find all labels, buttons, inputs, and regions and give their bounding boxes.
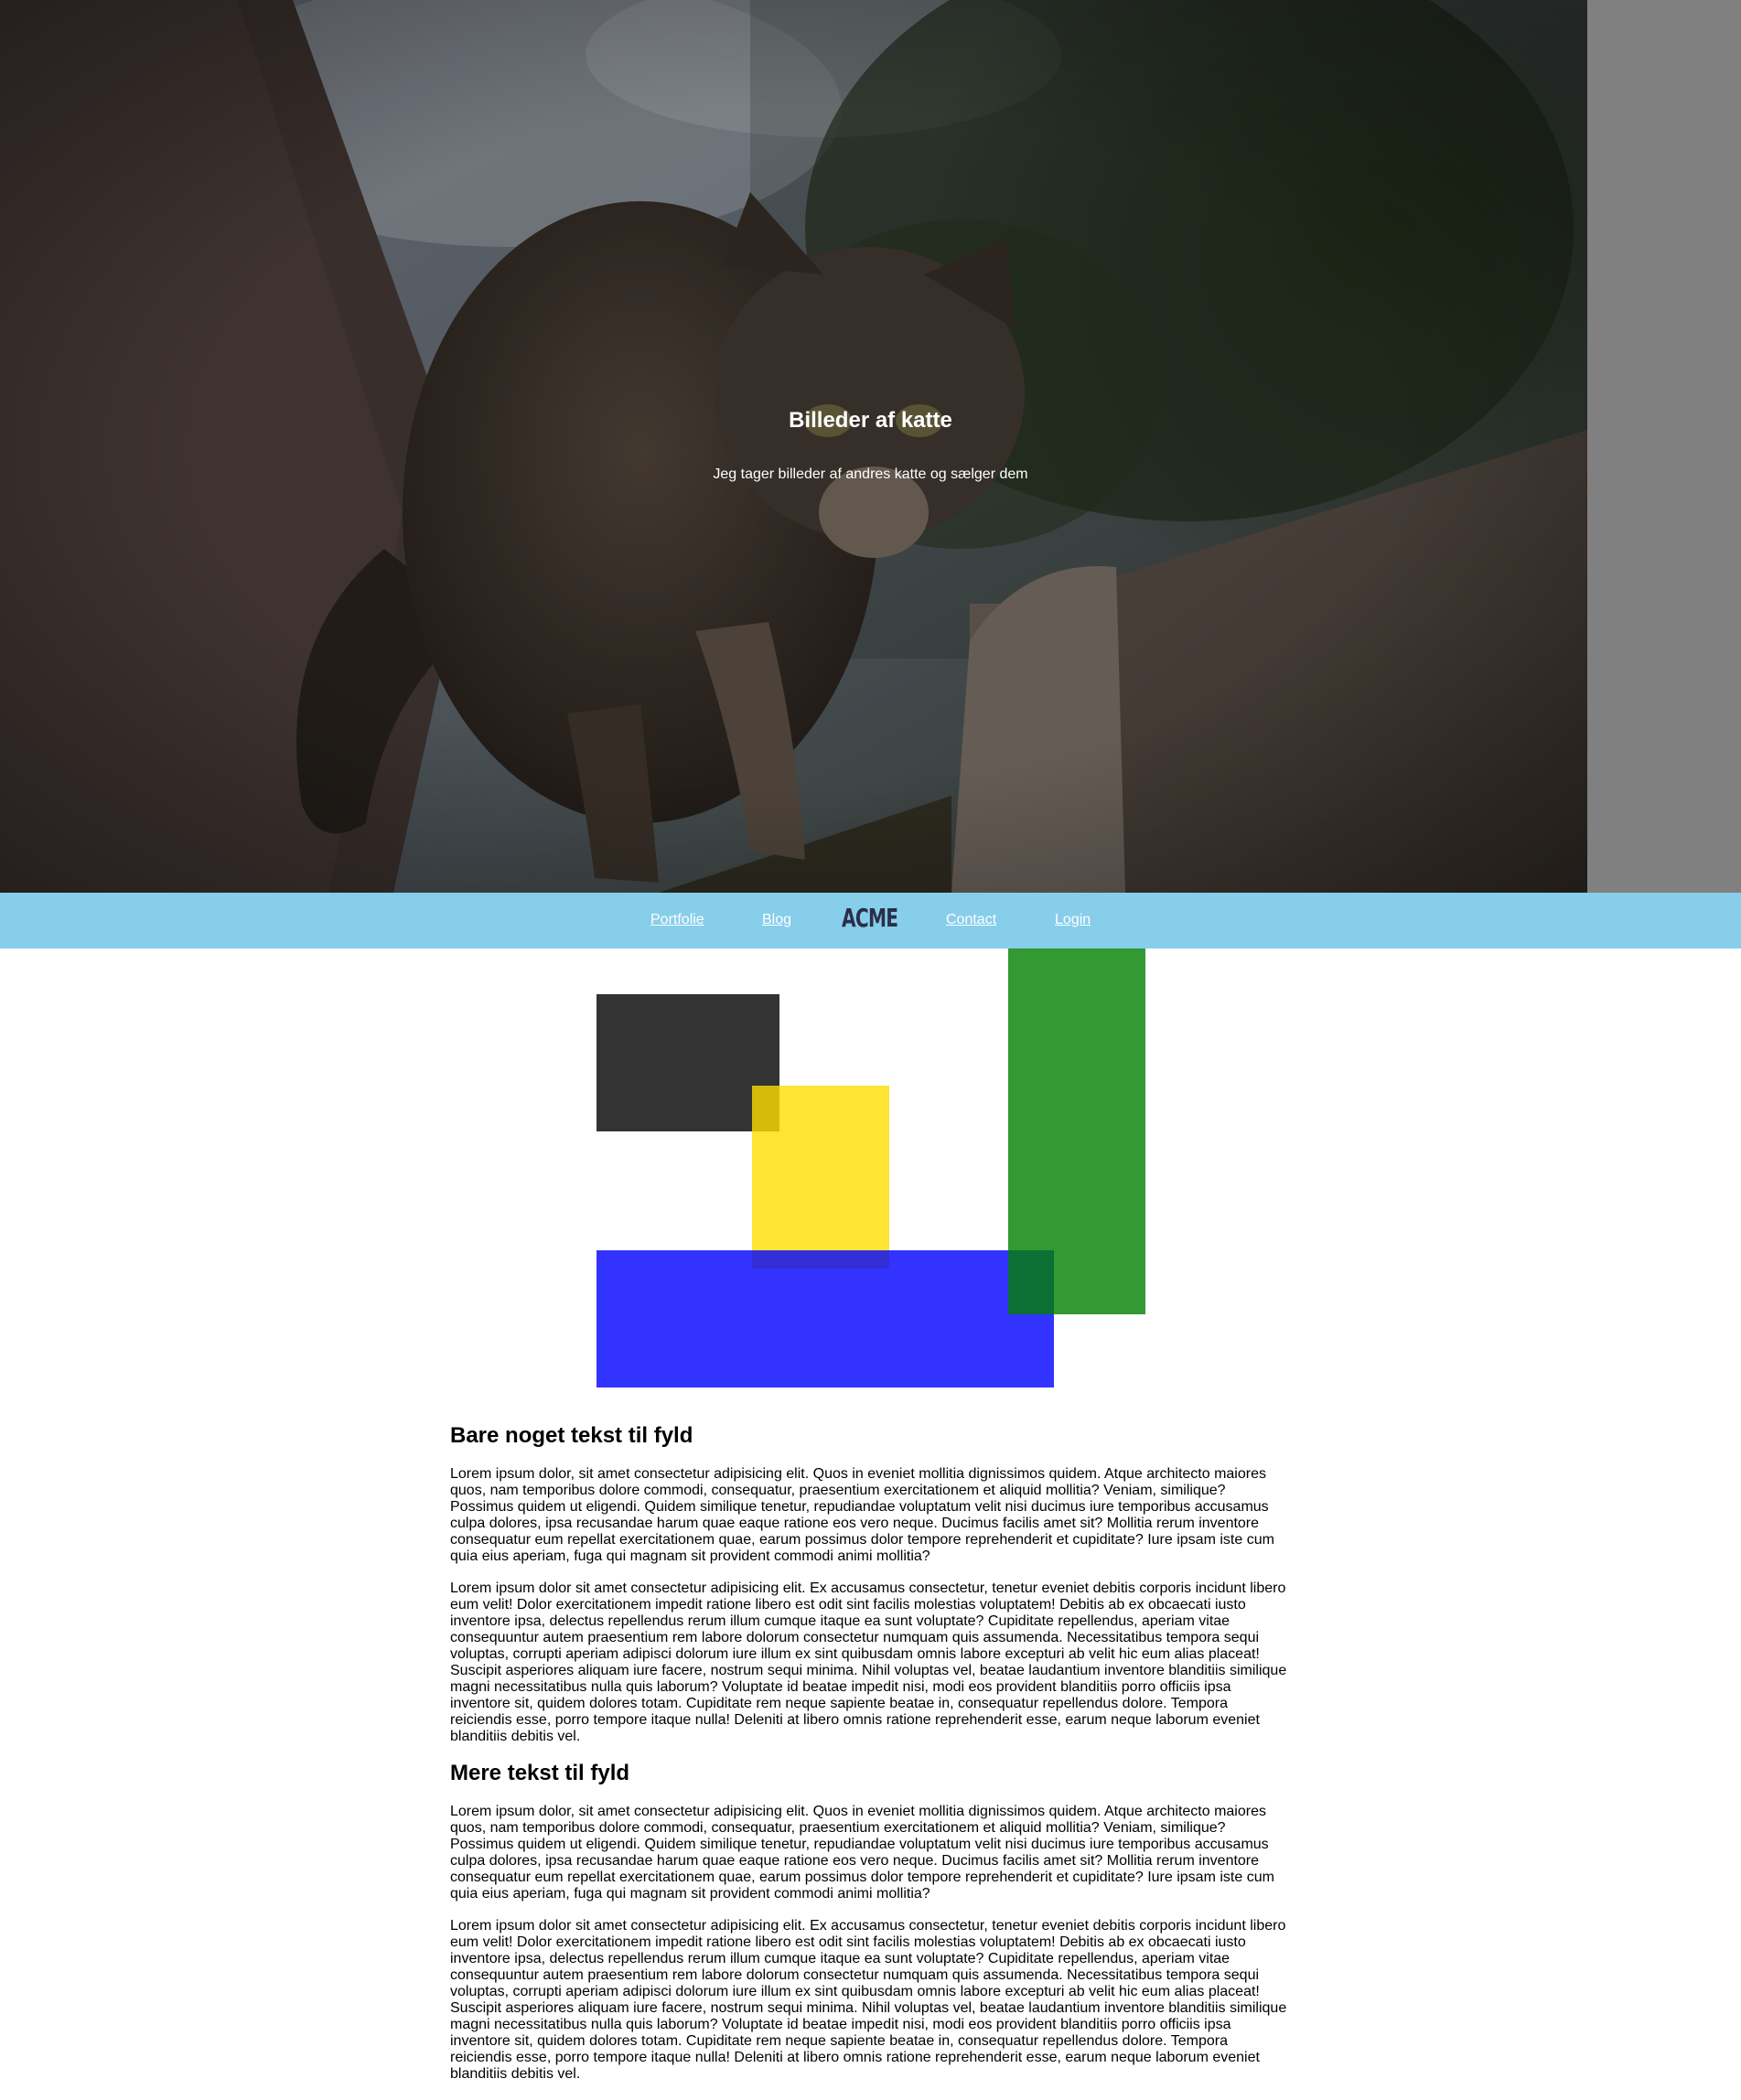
section-paragraph: Lorem ipsum dolor, sit amet consectetur … xyxy=(450,1465,1274,1564)
nav-link-portfolie[interactable]: Portfolie xyxy=(650,912,704,928)
blue-rectangle xyxy=(596,1250,1054,1388)
section-paragraph: Lorem ipsum dolor sit amet consectetur a… xyxy=(450,1580,1287,1744)
section-heading: Mere tekst til fyld xyxy=(450,1760,630,1785)
yellow-rectangle xyxy=(752,1086,889,1269)
hero-cat-photo xyxy=(0,0,1587,893)
nav-link-login[interactable]: Login xyxy=(1055,912,1091,928)
section-paragraph: Lorem ipsum dolor, sit amet consectetur … xyxy=(450,1803,1274,1902)
green-rectangle xyxy=(1008,948,1145,1314)
site-logo[interactable]: ACME xyxy=(842,903,898,933)
section-paragraph: Lorem ipsum dolor sit amet consectetur a… xyxy=(450,1917,1287,2082)
hero-subtitle: Jeg tager billeder af andres katte og sæ… xyxy=(713,466,1028,482)
article: Bare noget tekst til fyld Lorem ipsum do… xyxy=(450,1409,1292,2098)
hero-banner: Billeder af katte Jeg tager billeder af … xyxy=(0,0,1741,893)
main-nav: Portfolie Blog ACME Contact Login xyxy=(0,893,1741,948)
nav-link-contact[interactable]: Contact xyxy=(946,912,996,928)
section-heading: Bare noget tekst til fyld xyxy=(450,1423,693,1448)
nav-link-blog[interactable]: Blog xyxy=(762,912,791,928)
hero-title: Billeder af katte xyxy=(789,408,952,433)
